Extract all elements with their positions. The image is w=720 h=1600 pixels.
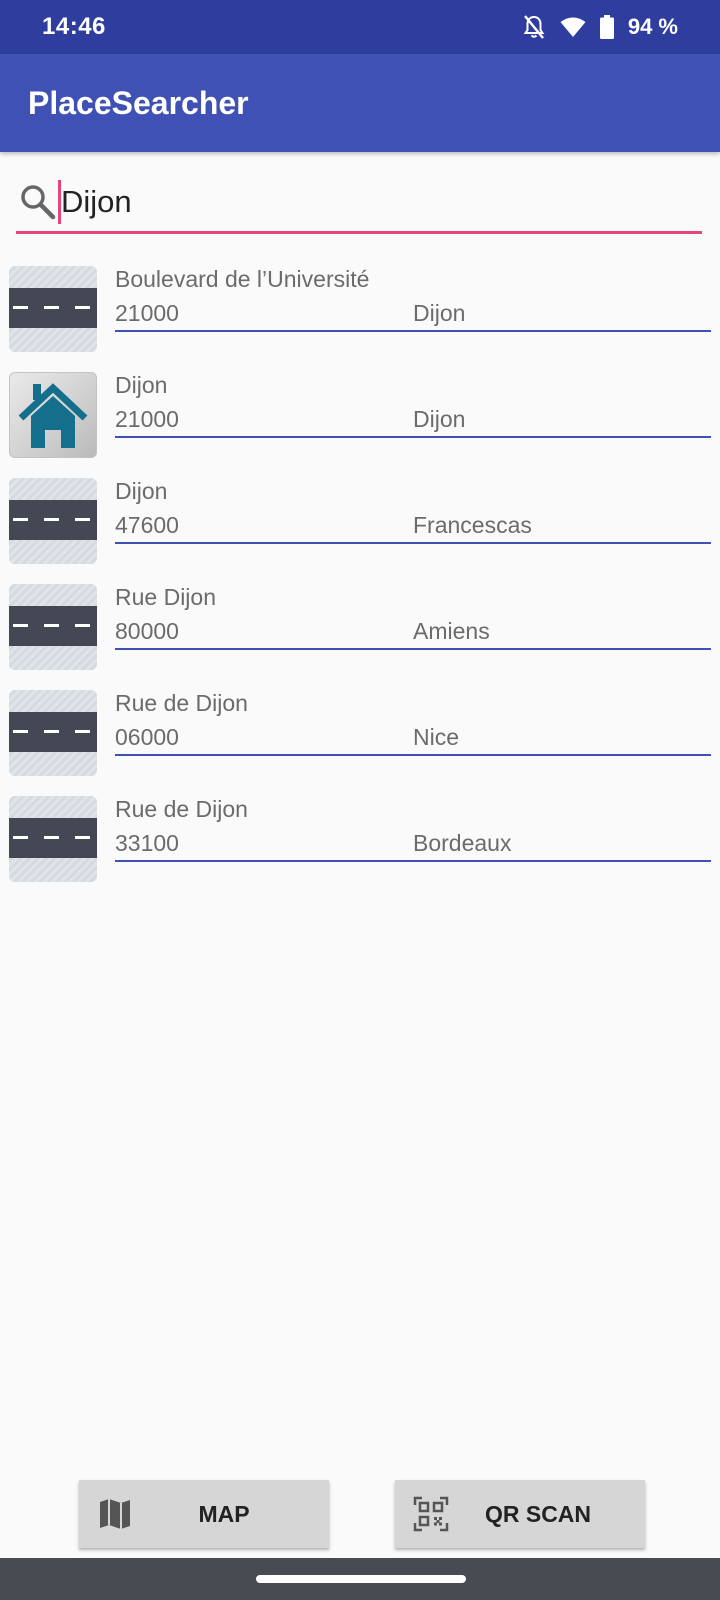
result-text: Rue de Dijon 33100 Bordeaux [115,794,711,862]
result-text: Dijon 47600 Francescas [115,476,711,544]
result-city: Nice [413,724,460,750]
notifications-off-icon [522,14,546,40]
result-city: Francescas [413,512,532,538]
home-icon [9,372,97,458]
result-row[interactable]: Rue de Dijon 33100 Bordeaux [0,794,720,900]
road-strip [9,606,97,646]
result-city: Amiens [413,618,490,644]
road-icon [9,478,97,564]
status-icons: 94 % [522,14,678,40]
result-name: Dijon [115,372,168,398]
qr-scan-button[interactable]: QR SCAN [395,1480,645,1548]
map-button[interactable]: MAP [79,1480,329,1548]
search-bar[interactable] [16,172,702,234]
wifi-icon [560,16,586,38]
battery-icon [599,15,614,39]
result-zip: 21000 [115,300,179,326]
road-strip [9,288,97,328]
result-text: Dijon 21000 Dijon [115,370,711,438]
result-text: Rue Dijon 80000 Amiens [115,582,711,650]
result-zip: 80000 [115,618,179,644]
result-city: Bordeaux [413,830,512,856]
result-name: Boulevard de l’Université [115,266,370,292]
battery-percent: 94 % [627,14,678,39]
result-zip: 47600 [115,512,179,538]
road-icon [9,796,97,882]
result-city: Dijon [413,300,466,326]
result-row[interactable]: Rue de Dijon 06000 Nice [0,688,720,794]
result-text: Rue de Dijon 06000 Nice [115,688,711,756]
road-strip [9,712,97,752]
navigation-bar [0,1558,720,1600]
result-row[interactable]: Rue Dijon 80000 Amiens [0,582,720,688]
status-bar: 14:46 94 % [0,0,720,54]
road-icon [9,690,97,776]
results-list: Boulevard de l’Université 21000 Dijon Dijon… [0,264,720,900]
search-input[interactable] [61,183,661,220]
home-gesture-handle[interactable] [256,1575,466,1583]
qr-scan-button-label: QR SCAN [484,1500,592,1527]
result-name: Rue de Dijon [115,690,248,716]
road-icon [9,584,97,670]
result-row[interactable]: Dijon 21000 Dijon [0,370,720,476]
app-title: PlaceSearcher [28,84,249,121]
map-button-label: MAP [198,1500,250,1527]
result-text: Boulevard de l’Université 21000 Dijon [115,264,711,332]
result-name: Rue de Dijon [115,796,248,822]
app-bar: PlaceSearcher [0,54,720,152]
result-city: Dijon [413,406,466,432]
result-zip: 06000 [115,724,179,750]
road-strip [9,818,97,858]
result-name: Rue Dijon [115,584,216,610]
result-zip: 21000 [115,406,179,432]
search-icon [18,182,58,222]
road-strip [9,500,97,540]
result-row[interactable]: Boulevard de l’Université 21000 Dijon [0,264,720,370]
result-row[interactable]: Dijon 47600 Francescas [0,476,720,582]
status-time: 14:46 [42,13,106,40]
road-icon [9,266,97,352]
result-zip: 33100 [115,830,179,856]
result-name: Dijon [115,478,168,504]
